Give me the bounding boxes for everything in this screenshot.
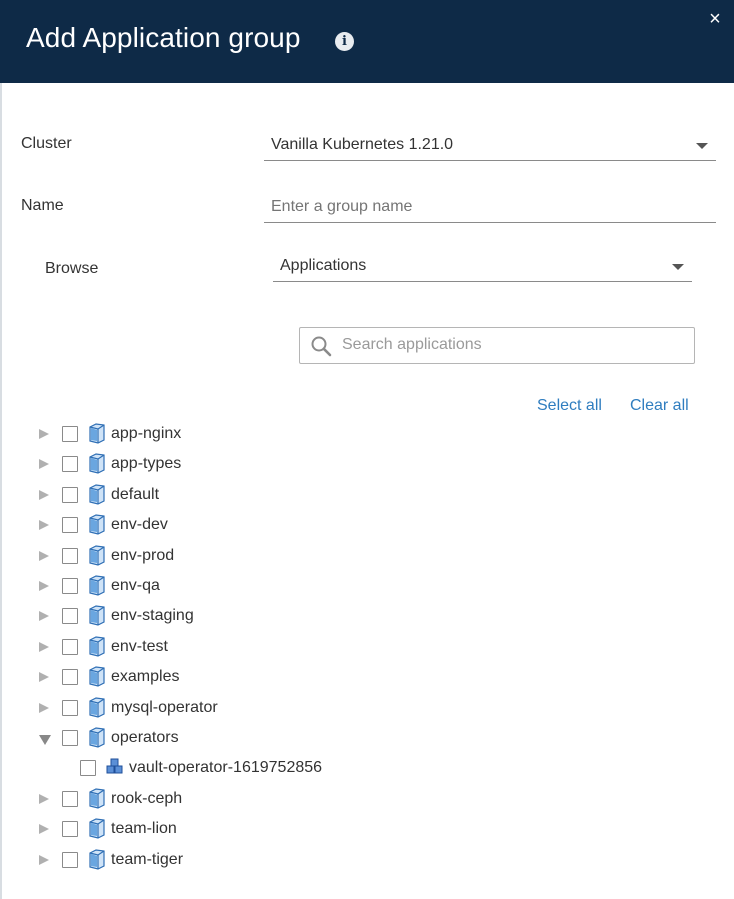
tree-row-namespace[interactable]: rook-ceph [0, 788, 734, 812]
tree-checkbox[interactable] [62, 456, 78, 473]
tree-checkbox[interactable] [62, 669, 78, 686]
tree-row-namespace[interactable]: env-prod [0, 544, 734, 569]
namespace-folder-icon [89, 544, 105, 566]
caret-right-icon[interactable] [39, 429, 49, 439]
dialog-title: Add Application group [26, 22, 301, 53]
namespace-folder-icon [89, 605, 105, 627]
tree-item-label: app-types [111, 455, 182, 473]
search-placeholder: Search applications [342, 336, 482, 353]
tree-item-label: app-nginx [111, 425, 182, 442]
caret-right-icon[interactable] [39, 550, 49, 561]
tree-item-label: operators [111, 729, 179, 746]
caret-right-icon[interactable] [39, 581, 49, 591]
caret-right-icon[interactable] [39, 641, 49, 652]
tree-checkbox[interactable] [62, 517, 78, 534]
caret-right-icon[interactable] [39, 793, 49, 804]
namespace-folder-icon [89, 848, 105, 870]
group-name-placeholder: Enter a group name [271, 198, 413, 215]
tree-item-label: env-prod [111, 546, 175, 564]
tree-row-namespace[interactable]: examples [0, 666, 734, 690]
search-input[interactable]: Search applications [299, 327, 695, 364]
tree-row-namespace[interactable]: default [0, 484, 734, 508]
tree-row-namespace[interactable]: app-nginx [0, 423, 734, 447]
namespace-folder-icon [89, 727, 105, 748]
name-label: Name [21, 197, 64, 214]
namespace-folder-icon [89, 666, 105, 687]
namespace-folder-icon [89, 423, 105, 444]
tree-item-label: mysql-operator [111, 698, 218, 716]
tree-checkbox[interactable] [62, 547, 78, 564]
tree-checkbox[interactable] [62, 486, 78, 503]
tree-item-label: env-qa [111, 577, 160, 594]
tree-checkbox[interactable] [62, 426, 78, 442]
caret-right-icon[interactable] [39, 702, 49, 713]
tree-item-label: examples [111, 668, 180, 686]
tree-row-namespace[interactable]: env-dev [0, 514, 734, 538]
group-name-input[interactable]: Enter a group name [264, 193, 716, 223]
select-all-link[interactable]: Select all [537, 397, 602, 415]
caret-right-icon[interactable] [39, 459, 49, 470]
close-icon[interactable]: × [706, 9, 724, 29]
search-icon [311, 336, 332, 357]
tree-checkbox[interactable] [62, 578, 78, 594]
tree-row-namespace[interactable]: env-staging [0, 605, 734, 629]
clear-all-link[interactable]: Clear all [630, 397, 689, 415]
browse-label: Browse [45, 260, 99, 277]
browse-select[interactable]: Applications [273, 252, 692, 282]
dialog-header: Add Application group i × [0, 0, 734, 83]
tree-checkbox[interactable] [62, 790, 78, 807]
namespace-folder-icon [89, 818, 105, 839]
tree-row-namespace[interactable]: app-types [0, 453, 734, 477]
application-cubes-icon [106, 758, 123, 774]
tree-item-label: vault-operator-1619752856 [129, 759, 323, 777]
namespace-folder-icon [89, 575, 105, 596]
cluster-select-value: Vanilla Kubernetes 1.21.0 [271, 136, 454, 153]
chevron-down-icon [696, 143, 708, 149]
namespace-folder-icon [89, 453, 105, 475]
cluster-label: Cluster [21, 135, 72, 152]
tree-checkbox[interactable] [62, 821, 78, 838]
tree-checkbox[interactable] [62, 851, 78, 868]
caret-down-icon[interactable] [39, 735, 51, 745]
caret-right-icon[interactable] [39, 854, 49, 865]
tree-row-application[interactable]: vault-operator-1619752856 [0, 757, 734, 781]
browse-select-value: Applications [280, 257, 367, 274]
caret-right-icon[interactable] [39, 489, 49, 500]
tree-row-namespace[interactable]: env-qa [0, 575, 734, 599]
caret-right-icon[interactable] [39, 611, 49, 622]
tree-row-namespace[interactable]: team-lion [0, 818, 734, 842]
tree-checkbox[interactable] [62, 608, 78, 625]
namespace-folder-icon [89, 514, 105, 535]
namespace-folder-icon [89, 696, 105, 718]
namespace-folder-icon [89, 788, 105, 809]
tree-item-label: rook-ceph [111, 789, 183, 807]
tree-checkbox[interactable] [62, 730, 78, 746]
chevron-down-icon [672, 264, 684, 270]
tree-item-label: team-lion [111, 820, 177, 838]
namespace-folder-icon [89, 484, 105, 505]
tree-item-label: env-staging [111, 607, 194, 625]
tree-item-label: env-dev [111, 516, 168, 534]
tree-row-namespace[interactable]: env-test [0, 636, 734, 660]
tree-row-namespace[interactable]: operators [0, 727, 734, 751]
tree-checkbox[interactable] [62, 699, 78, 716]
caret-right-icon[interactable] [39, 824, 49, 835]
namespace-folder-icon [89, 636, 105, 657]
tree-checkbox[interactable] [62, 638, 78, 655]
info-icon[interactable]: i [335, 32, 354, 51]
tree-item-label: team-tiger [111, 850, 184, 868]
tree-item-label: default [111, 485, 160, 503]
tree-checkbox[interactable] [80, 760, 96, 777]
tree-row-namespace[interactable]: team-tiger [0, 848, 734, 873]
caret-right-icon[interactable] [39, 520, 49, 531]
caret-right-icon[interactable] [39, 672, 49, 683]
cluster-select[interactable]: Vanilla Kubernetes 1.21.0 [264, 131, 716, 161]
tree-row-namespace[interactable]: mysql-operator [0, 696, 734, 721]
tree-item-label: env-test [111, 637, 168, 655]
